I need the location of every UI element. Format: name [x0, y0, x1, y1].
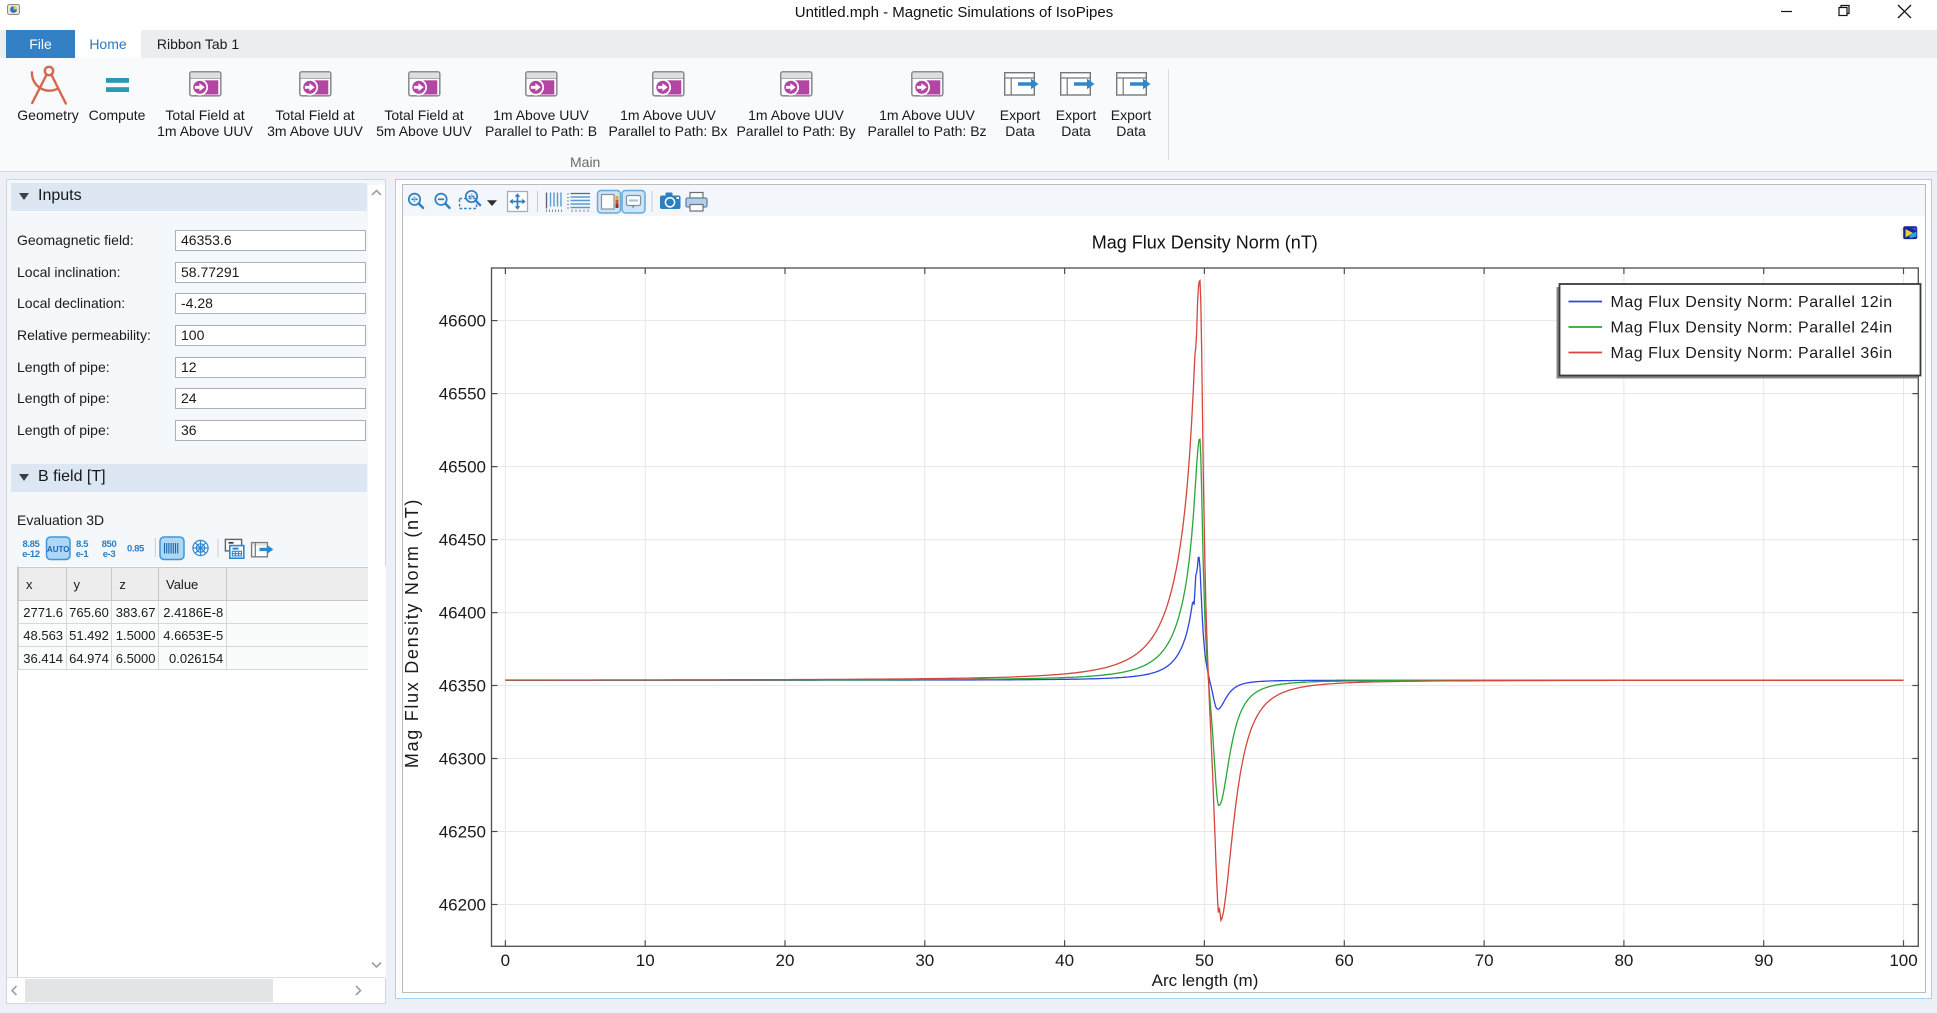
svg-text:46450: 46450: [439, 531, 486, 550]
svg-text:Mag Flux Density Norm: Paralle: Mag Flux Density Norm: Parallel 36in: [1611, 345, 1893, 362]
svg-text:e-1: e-1: [76, 549, 90, 560]
svg-text:AUTO: AUTO: [47, 545, 70, 554]
svg-text:10: 10: [636, 951, 655, 970]
svg-text:80: 80: [1614, 951, 1633, 970]
svg-text:46550: 46550: [439, 385, 486, 404]
svg-text:46400: 46400: [439, 604, 486, 623]
svg-text:30: 30: [915, 951, 934, 970]
svg-text:46350: 46350: [439, 677, 486, 696]
svg-text:Mag Flux Density Norm: Paralle: Mag Flux Density Norm: Parallel 12in: [1611, 294, 1893, 311]
svg-text:e-12: e-12: [22, 549, 40, 560]
svg-text:Arc length (m): Arc length (m): [1152, 971, 1259, 990]
svg-text:Mag Flux Density Norm: Paralle: Mag Flux Density Norm: Parallel 24in: [1611, 320, 1893, 337]
svg-text:Mag Flux Density Norm (nT): Mag Flux Density Norm (nT): [1092, 233, 1318, 253]
svg-text:e-3: e-3: [103, 549, 116, 560]
svg-text:20: 20: [776, 951, 795, 970]
svg-text:46250: 46250: [439, 823, 486, 842]
svg-text:0: 0: [501, 951, 510, 970]
svg-text:46500: 46500: [439, 458, 486, 477]
svg-text:100: 100: [1889, 951, 1917, 970]
svg-text:46600: 46600: [439, 312, 486, 331]
svg-text:50: 50: [1195, 951, 1214, 970]
svg-text:70: 70: [1475, 951, 1494, 970]
svg-text:40: 40: [1055, 951, 1074, 970]
svg-text:Mag Flux Density Norm (nT): Mag Flux Density Norm (nT): [403, 498, 422, 768]
svg-text:60: 60: [1335, 951, 1354, 970]
svg-text:46300: 46300: [439, 750, 486, 769]
svg-text:0.85: 0.85: [127, 544, 145, 555]
svg-text:46200: 46200: [439, 896, 486, 915]
svg-text:90: 90: [1754, 951, 1773, 970]
